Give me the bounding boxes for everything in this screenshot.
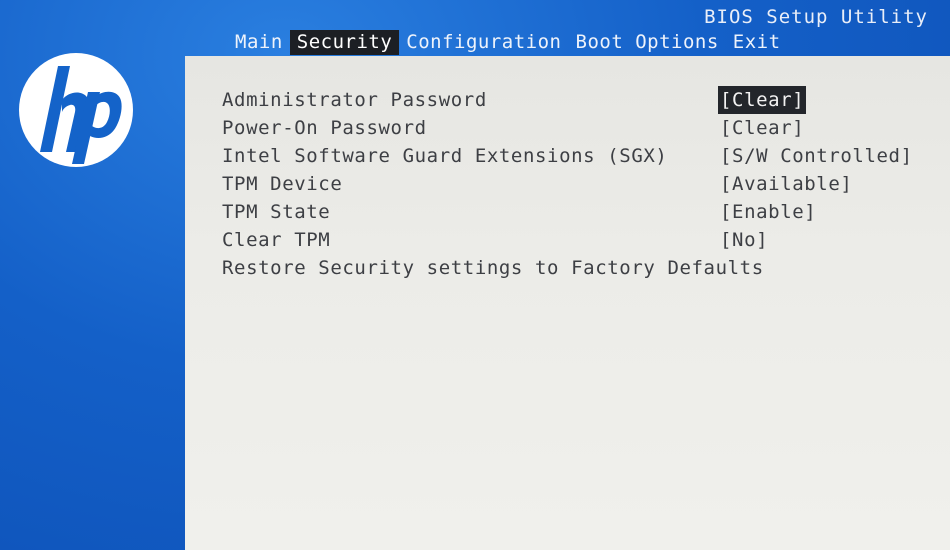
setting-value[interactable]: [No] — [720, 226, 768, 254]
tab-exit[interactable]: Exit — [726, 30, 788, 55]
security-settings-list: Administrator Password [Clear] Power-On … — [222, 86, 942, 282]
setting-label: Administrator Password — [222, 89, 487, 111]
tab-configuration[interactable]: Configuration — [399, 30, 568, 55]
setting-value[interactable]: [Enable] — [720, 198, 816, 226]
setting-label: Restore Security settings to Factory Def… — [222, 257, 764, 279]
top-menu-bar: BIOS Setup Utility Main Security Configu… — [0, 0, 950, 56]
tab-bar: Main Security Configuration Boot Options… — [228, 30, 788, 55]
setting-label: Power-On Password — [222, 117, 427, 139]
setting-label: TPM Device — [222, 173, 343, 195]
setting-label: TPM State — [222, 201, 331, 223]
setting-row-administrator-password[interactable]: Administrator Password [Clear] — [222, 86, 942, 114]
setting-row-tpm-device[interactable]: TPM Device [Available] — [222, 170, 942, 198]
hp-logo-icon — [19, 53, 133, 167]
settings-panel: Administrator Password [Clear] Power-On … — [185, 56, 950, 550]
setting-row-power-on-password[interactable]: Power-On Password [Clear] — [222, 114, 942, 142]
bios-title: BIOS Setup Utility — [704, 6, 928, 28]
setting-row-clear-tpm[interactable]: Clear TPM [No] — [222, 226, 942, 254]
setting-row-tpm-state[interactable]: TPM State [Enable] — [222, 198, 942, 226]
setting-value[interactable]: [Available] — [720, 170, 852, 198]
setting-row-sgx[interactable]: Intel Software Guard Extensions (SGX) [S… — [222, 142, 942, 170]
setting-row-restore-defaults[interactable]: Restore Security settings to Factory Def… — [222, 254, 942, 282]
setting-value[interactable]: [Clear] — [720, 114, 804, 142]
setting-label: Clear TPM — [222, 229, 331, 251]
tab-security[interactable]: Security — [289, 30, 400, 55]
setting-label: Intel Software Guard Extensions (SGX) — [222, 145, 668, 167]
tab-main[interactable]: Main — [228, 30, 290, 55]
setting-value[interactable]: [Clear] — [718, 86, 807, 114]
hp-logo — [18, 52, 134, 168]
setting-value[interactable]: [S/W Controlled] — [720, 142, 913, 170]
tab-boot-options[interactable]: Boot Options — [569, 30, 726, 55]
